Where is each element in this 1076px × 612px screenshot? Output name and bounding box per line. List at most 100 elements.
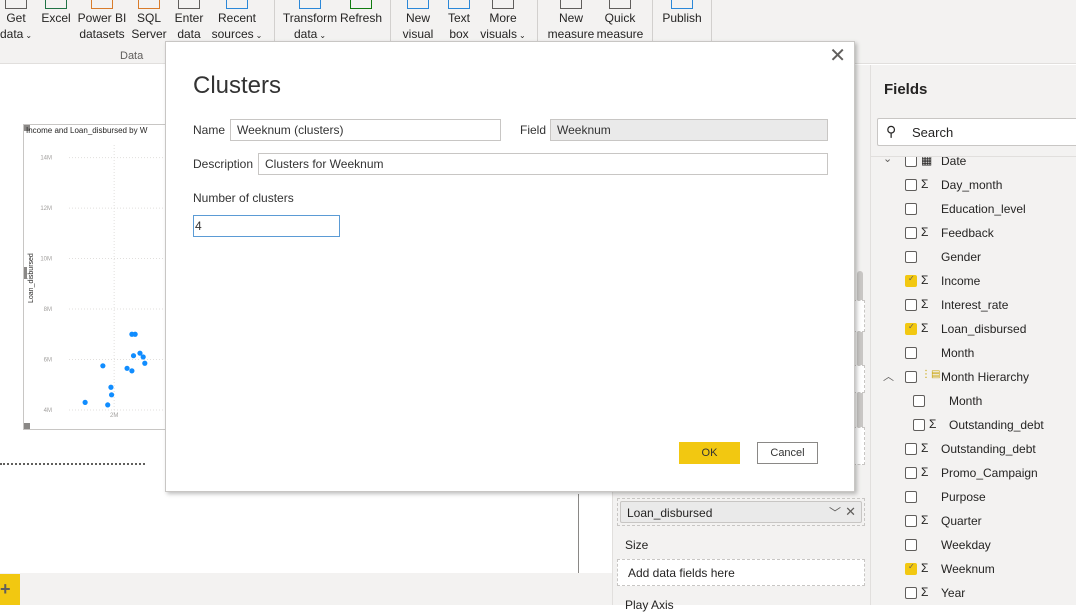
scatter-point[interactable]	[105, 402, 111, 408]
scatter-point[interactable]	[130, 353, 137, 359]
scatter-point[interactable]	[82, 399, 88, 405]
field-list: ⌄ ▦ Date Σ Day_month Education_level Σ Feedback…	[871, 157, 1076, 605]
field-checkbox[interactable]	[905, 322, 917, 335]
expand-icon[interactable]: ⌄	[883, 157, 892, 165]
field-item[interactable]: ︿ ⋮▤ Month Hierarchy	[871, 365, 1076, 389]
quick-measure-button[interactable]: Quick measure	[596, 0, 644, 42]
field-checkbox[interactable]	[905, 203, 917, 215]
field-item[interactable]: Weekday	[871, 533, 1076, 557]
field-checkbox[interactable]	[905, 157, 917, 167]
excel-button[interactable]: Excel	[40, 0, 72, 26]
ok-button[interactable]: OK	[679, 442, 740, 464]
field-checkbox[interactable]	[913, 419, 925, 431]
field-item[interactable]: Month	[871, 389, 1076, 413]
transform-data-button[interactable]: Transform data ⌄	[282, 0, 338, 44]
scatter-point[interactable]	[108, 392, 115, 398]
y-tick-label: 4M	[44, 408, 52, 414]
get-data-button[interactable]: Get data ⌄	[0, 0, 36, 44]
field-item[interactable]: Gender	[871, 245, 1076, 269]
field-checkbox[interactable]	[905, 491, 917, 503]
scatter-visual[interactable]: 4M 6M 8M 10M 12M 14M 2M Loan_disbursed Income …	[23, 124, 168, 430]
size-well[interactable]: Add data fields here	[617, 559, 865, 586]
calendar-icon: ▦	[921, 157, 933, 167]
field-checkbox[interactable]	[905, 443, 917, 455]
field-item[interactable]: Month	[871, 341, 1076, 365]
description-label: Description	[193, 157, 254, 171]
field-name: Income	[941, 274, 981, 288]
field-checkbox[interactable]	[913, 395, 925, 407]
field-checkbox[interactable]	[905, 347, 917, 359]
field-item[interactable]: Σ Income	[871, 269, 1076, 293]
scatter-point[interactable]	[142, 360, 148, 366]
sigma-icon: Σ	[921, 585, 929, 599]
calculator-icon	[609, 0, 631, 9]
refresh-button[interactable]: Refresh	[340, 0, 382, 26]
cancel-button[interactable]: Cancel	[757, 442, 818, 464]
y-axis-label: Loan_disbursed	[28, 253, 35, 303]
text-box-icon	[448, 0, 470, 9]
close-icon[interactable]: ✕	[829, 46, 846, 66]
add-page-button[interactable]: +	[0, 574, 20, 605]
field-item[interactable]: Purpose	[871, 485, 1076, 509]
field-item[interactable]: Σ Feedback	[871, 221, 1076, 245]
description-input[interactable]	[258, 153, 828, 175]
field-checkbox[interactable]	[905, 251, 917, 263]
new-visual-button[interactable]: New visual	[400, 0, 436, 42]
field-item[interactable]: Σ Outstanding_debt	[871, 413, 1076, 437]
field-item[interactable]: Σ Loan_disbursed	[871, 317, 1076, 341]
remove-icon[interactable]: ✕	[845, 504, 856, 520]
field-checkbox[interactable]	[905, 515, 917, 527]
fields-search-input[interactable]: ⚲ Search	[877, 118, 1076, 146]
play-axis-label: Play Axis	[625, 598, 674, 612]
scatter-point[interactable]	[124, 365, 130, 371]
power-bi-datasets-button[interactable]: Power BI datasets	[76, 0, 128, 42]
recent-sources-button[interactable]: Recent sources ⌄	[210, 0, 264, 44]
text-box-button[interactable]: Text box	[444, 0, 474, 42]
field-checkbox[interactable]	[905, 467, 917, 479]
chevron-down-icon[interactable]: ﹀	[829, 504, 841, 521]
collapse-icon[interactable]: ︿	[883, 368, 894, 384]
new-measure-button[interactable]: New measure	[546, 0, 596, 42]
sigma-icon: Σ	[921, 297, 929, 311]
more-visuals-button[interactable]: More visuals ⌄	[478, 0, 528, 44]
field-checkbox[interactable]	[905, 274, 917, 287]
sigma-icon: Σ	[921, 177, 929, 191]
field-name: Day_month	[941, 178, 1003, 192]
field-item[interactable]: Σ Day_month	[871, 173, 1076, 197]
scatter-point[interactable]	[108, 384, 114, 390]
sigma-icon: Σ	[921, 465, 929, 479]
field-item[interactable]: Σ Weeknum	[871, 557, 1076, 581]
y-tick-label: 10M	[40, 257, 52, 263]
field-checkbox[interactable]	[905, 587, 917, 599]
field-pill-loan-disbursed[interactable]: Loan_disbursed ﹀ ✕	[620, 501, 862, 523]
field-item[interactable]: Σ Promo_Campaign	[871, 461, 1076, 485]
field-item[interactable]: Σ Interest_rate	[871, 293, 1076, 317]
scatter-point[interactable]	[100, 363, 106, 369]
field-item[interactable]: Education_level	[871, 197, 1076, 221]
field-item[interactable]: Σ Year	[871, 581, 1076, 605]
field-checkbox[interactable]	[905, 371, 917, 383]
field-item[interactable]: Σ Quarter	[871, 509, 1076, 533]
dataset-icon	[91, 0, 113, 9]
publish-button[interactable]: Publish	[660, 0, 704, 26]
field-name: Year	[941, 586, 966, 600]
scrollbar[interactable]	[857, 271, 863, 451]
field-checkbox[interactable]	[905, 227, 917, 239]
calculator-icon	[560, 0, 582, 9]
name-input[interactable]	[230, 119, 501, 141]
scatter-point[interactable]	[132, 331, 138, 337]
y-axis-well[interactable]: Loan_disbursed ﹀ ✕	[617, 498, 865, 526]
field-item[interactable]: ⌄ ▦ Date	[871, 157, 1076, 173]
enter-data-button[interactable]: Enter data	[172, 0, 206, 42]
field-name: Month Hierarchy	[941, 370, 1030, 384]
field-checkbox[interactable]	[905, 562, 917, 575]
table-icon	[5, 0, 27, 9]
field-checkbox[interactable]	[905, 299, 917, 311]
field-checkbox[interactable]	[905, 539, 917, 551]
field-item[interactable]: Σ Outstanding_debt	[871, 437, 1076, 461]
field-checkbox[interactable]	[905, 179, 917, 191]
sql-server-button[interactable]: SQL Server	[130, 0, 168, 42]
scatter-point[interactable]	[140, 354, 146, 360]
num-clusters-input[interactable]	[193, 215, 340, 237]
scatter-point[interactable]	[129, 368, 135, 374]
